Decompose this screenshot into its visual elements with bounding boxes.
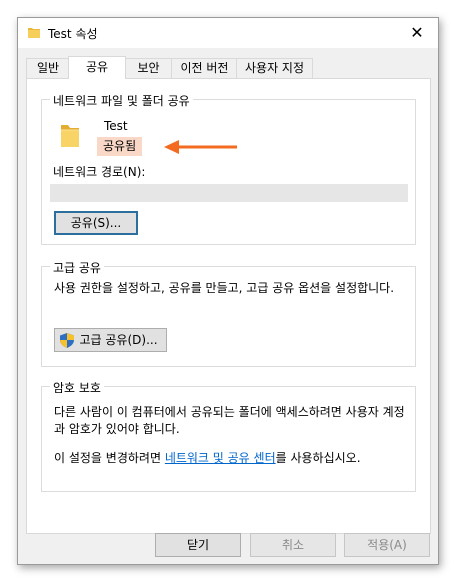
- advanced-share-legend: 고급 공유: [50, 259, 104, 276]
- network-share-legend: 네트워크 파일 및 폴더 공유: [50, 92, 193, 109]
- annotation-arrow: [164, 140, 237, 154]
- folder-name: Test: [104, 119, 128, 133]
- advanced-share-button-label: 고급 공유(D)...: [79, 333, 158, 347]
- tab-previous-versions[interactable]: 이전 버전: [171, 58, 238, 78]
- password-description: 다른 사람이 이 컴퓨터에서 공유되는 폴더에 액세스하려면 사용자 계정과 암…: [54, 405, 405, 436]
- network-share-group: 네트워크 파일 및 폴더 공유 Test 공유됨 네트워크 경로(N): 공유(…: [41, 92, 416, 245]
- tab-sharing[interactable]: 공유: [68, 56, 126, 79]
- network-path-label: 네트워크 경로(N):: [53, 165, 146, 179]
- advanced-share-group: 고급 공유 사용 권한을 설정하고, 공유를 만들고, 고급 공유 옵션을 설정…: [41, 259, 416, 367]
- password-protection-group: 암호 보호 다른 사람이 이 컴퓨터에서 공유되는 폴더에 액세스하려면 사용자…: [41, 379, 416, 492]
- share-button[interactable]: 공유(S)...: [54, 211, 138, 235]
- network-path-field: [50, 184, 408, 202]
- change-suffix: 를 사용하십시오.: [275, 451, 361, 465]
- folder-icon: [28, 28, 40, 38]
- shield-icon: [60, 333, 74, 348]
- close-button[interactable]: 닫기: [155, 533, 241, 557]
- network-sharing-center-link[interactable]: 네트워크 및 공유 센터: [165, 451, 276, 465]
- tab-panel: 네트워크 파일 및 폴더 공유 Test 공유됨 네트워크 경로(N): 공유(…: [26, 78, 431, 534]
- advanced-share-description: 사용 권한을 설정하고, 공유를 만들고, 고급 공유 옵션을 설정합니다.: [54, 281, 395, 295]
- tab-general[interactable]: 일반: [26, 58, 70, 78]
- tab-security[interactable]: 보안: [124, 58, 173, 78]
- folder-icon: [61, 125, 79, 147]
- title-bar: Test 속성 ✕: [18, 18, 438, 48]
- close-icon[interactable]: ✕: [402, 21, 432, 45]
- shared-status-badge: 공유됨: [97, 137, 143, 156]
- advanced-share-button[interactable]: 고급 공유(D)...: [54, 328, 167, 352]
- properties-dialog: Test 속성 ✕ 일반 공유 보안 이전 버전 사용자 지정 네트워크 파일 …: [17, 17, 439, 565]
- password-protection-legend: 암호 보호: [50, 379, 104, 396]
- password-change-line: 이 설정을 변경하려면 네트워크 및 공유 센터를 사용하십시오.: [54, 450, 414, 467]
- cancel-button[interactable]: 취소: [250, 533, 336, 557]
- window-title: Test 속성: [48, 27, 98, 41]
- change-prefix: 이 설정을 변경하려면: [54, 451, 165, 465]
- apply-button[interactable]: 적용(A): [344, 533, 430, 557]
- tab-customize[interactable]: 사용자 지정: [236, 58, 313, 78]
